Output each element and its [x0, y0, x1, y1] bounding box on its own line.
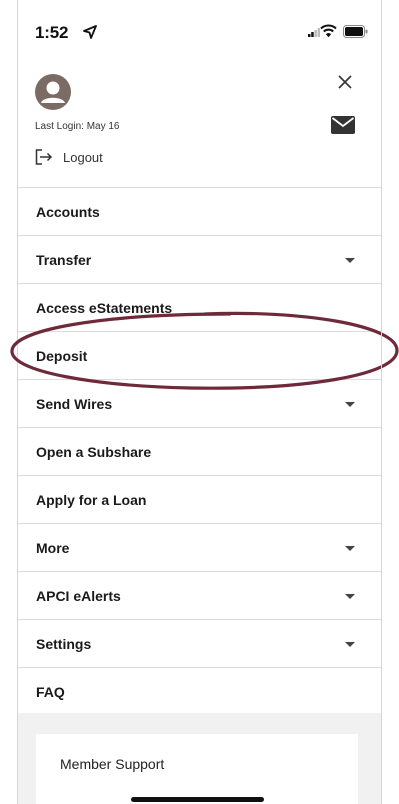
logout-icon [35, 149, 53, 165]
menu-item-deposit[interactable]: Deposit [18, 332, 381, 380]
menu-item-accounts[interactable]: Accounts [18, 188, 381, 236]
mail-icon [331, 116, 355, 134]
chevron-down-icon [345, 594, 355, 599]
last-login-text: Last Login: May 16 [35, 121, 120, 132]
logout-label: Logout [63, 149, 103, 165]
menu-item-label: More [36, 539, 70, 556]
menu-item-send-wires[interactable]: Send Wires [18, 380, 381, 428]
chevron-down-icon [345, 642, 355, 647]
close-button[interactable] [331, 68, 359, 96]
navigation-menu: Accounts Transfer Access eStatements Dep… [18, 187, 381, 716]
footer-area: Member Support [18, 713, 381, 804]
logout-button[interactable]: Logout [35, 146, 103, 168]
menu-item-apci-ealerts[interactable]: APCI eAlerts [18, 572, 381, 620]
chevron-down-icon [345, 546, 355, 551]
menu-item-settings[interactable]: Settings [18, 620, 381, 668]
menu-item-label: Send Wires [36, 395, 113, 412]
status-time: 1:52 [35, 23, 69, 42]
home-indicator[interactable] [131, 797, 264, 802]
menu-item-transfer[interactable]: Transfer [18, 236, 381, 284]
menu-item-label: FAQ [36, 683, 65, 700]
menu-item-label: APCI eAlerts [36, 587, 121, 604]
app-screen: 1:52 Last Login: May 16 Logout Accounts … [0, 0, 399, 804]
location-arrow-icon [83, 25, 97, 39]
member-support-label: Member Support [60, 756, 165, 772]
menu-item-more[interactable]: More [18, 524, 381, 572]
signal-icon [308, 28, 320, 37]
menu-item-faq[interactable]: FAQ [18, 668, 381, 716]
menu-item-label: Apply for a Loan [36, 491, 147, 508]
menu-item-label: Transfer [36, 251, 92, 268]
avatar-icon [35, 74, 71, 110]
menu-item-label: Accounts [36, 203, 100, 220]
menu-item-label: Open a Subshare [36, 443, 152, 460]
menu-item-label: Access eStatements [36, 299, 173, 316]
close-icon [338, 75, 352, 89]
menu-item-open-subshare[interactable]: Open a Subshare [18, 428, 381, 476]
chevron-down-icon [345, 258, 355, 263]
member-support-button[interactable]: Member Support [36, 734, 358, 804]
menu-item-apply-loan[interactable]: Apply for a Loan [18, 476, 381, 524]
menu-item-access-estatements[interactable]: Access eStatements [18, 284, 381, 332]
mail-button[interactable] [330, 115, 356, 135]
battery-icon [343, 25, 368, 38]
status-bar: 1:52 [0, 0, 399, 64]
menu-item-label: Deposit [36, 347, 88, 364]
chevron-down-icon [345, 402, 355, 407]
wifi-icon [320, 24, 337, 37]
menu-item-label: Settings [36, 635, 92, 652]
